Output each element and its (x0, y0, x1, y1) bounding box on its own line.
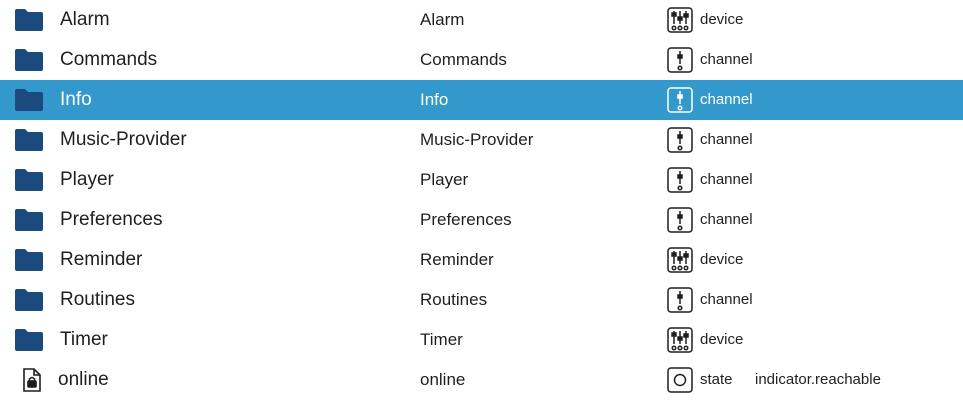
row-type: channel (700, 291, 753, 308)
row-type: state (700, 371, 733, 388)
row-name: Music-Provider (60, 129, 187, 150)
row-label: Commands (420, 50, 507, 69)
row-label: online (420, 370, 466, 389)
locked-file-icon (20, 368, 44, 392)
row-type: channel (700, 171, 753, 188)
row-type: device (700, 331, 744, 348)
tree-row-info[interactable]: Info Info channel (0, 80, 963, 120)
row-name: Info (60, 89, 92, 110)
channel-icon (667, 47, 693, 73)
row-label: Timer (420, 330, 463, 349)
row-name: Timer (60, 329, 108, 350)
folder-icon (14, 8, 44, 32)
row-label: Info (420, 90, 449, 109)
tree-row-music-provider[interactable]: Music-Provider Music-Provider channel (0, 120, 963, 160)
tree-row-timer[interactable]: Timer Timer device (0, 320, 963, 360)
row-type: device (700, 251, 744, 268)
tree-row-routines[interactable]: Routines Routines channel (0, 280, 963, 320)
channel-icon (667, 167, 693, 193)
row-label: Music-Provider (420, 130, 534, 149)
device-icon (667, 247, 693, 273)
row-name: Commands (60, 49, 158, 70)
folder-icon (14, 328, 44, 352)
tree-row-reminder[interactable]: Reminder Reminder device (0, 240, 963, 280)
folder-icon (14, 288, 44, 312)
row-name: Player (60, 169, 114, 190)
folder-icon (14, 168, 44, 192)
folder-icon (14, 128, 44, 152)
folder-icon (14, 48, 44, 72)
row-type: channel (700, 91, 753, 108)
folder-icon (14, 88, 44, 112)
state-icon (667, 367, 693, 393)
row-label: Player (420, 170, 469, 189)
device-icon (667, 7, 693, 33)
object-tree: Alarm Alarm device Commands Commands cha… (0, 0, 963, 406)
device-icon (667, 327, 693, 353)
tree-row-online[interactable]: online online state indicator.reachable (0, 360, 963, 400)
row-type: channel (700, 51, 753, 68)
tree-row-preferences[interactable]: Preferences Preferences channel (0, 200, 963, 240)
channel-icon (667, 207, 693, 233)
row-label: Preferences (420, 210, 512, 229)
tree-row-commands[interactable]: Commands Commands channel (0, 40, 963, 80)
row-name: Reminder (60, 249, 143, 270)
row-label: Alarm (420, 10, 465, 29)
row-name: Alarm (60, 9, 110, 30)
row-name: Preferences (60, 209, 163, 230)
row-role: indicator.reachable (755, 371, 881, 388)
channel-icon (667, 87, 693, 113)
row-type: device (700, 11, 744, 28)
tree-row-player[interactable]: Player Player channel (0, 160, 963, 200)
folder-icon (14, 208, 44, 232)
channel-icon (667, 127, 693, 153)
row-type: channel (700, 211, 753, 228)
row-label: Reminder (420, 250, 494, 269)
folder-icon (14, 248, 44, 272)
row-type: channel (700, 131, 753, 148)
channel-icon (667, 287, 693, 313)
tree-row-alarm[interactable]: Alarm Alarm device (0, 0, 963, 40)
row-name: online (58, 369, 109, 390)
row-name: Routines (60, 289, 135, 310)
row-label: Routines (420, 290, 488, 309)
